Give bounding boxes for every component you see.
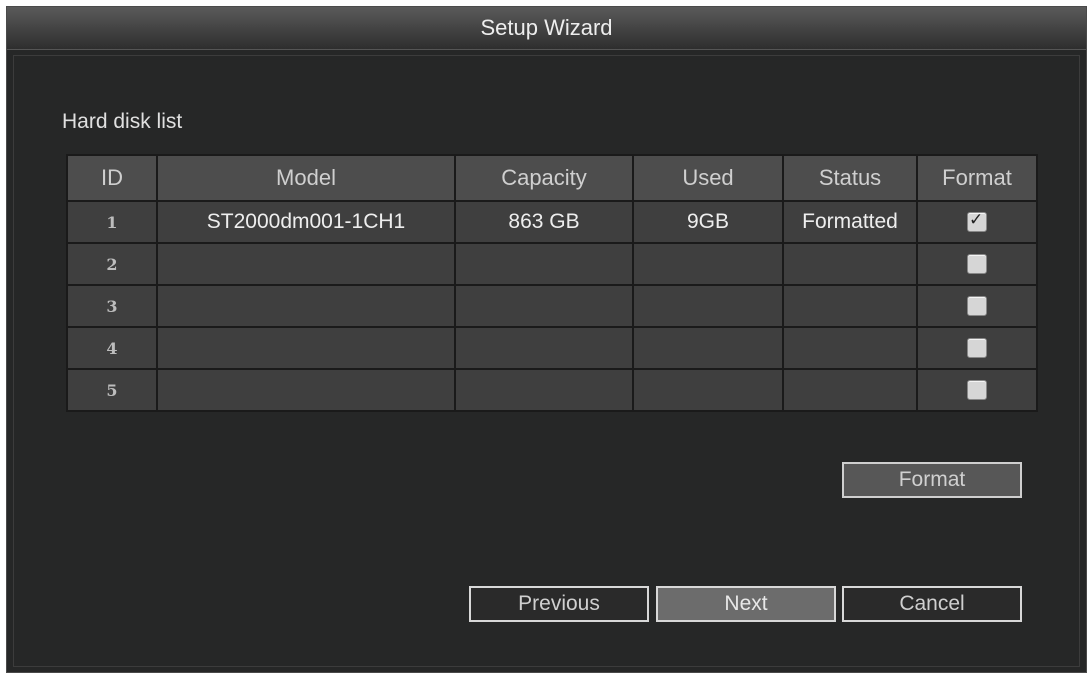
disk-status-cell	[782, 326, 918, 370]
disk-model-cell	[156, 326, 456, 370]
cancel-button[interactable]: Cancel	[842, 586, 1022, 622]
disk-status-cell	[782, 242, 918, 286]
disk-id-cell: 2	[66, 242, 158, 286]
disk-id-cell: 4	[66, 326, 158, 370]
table-row[interactable]: 1 ST2000dm001-1CH1 863 GB 9GB Formatted …	[66, 200, 1038, 244]
format-checkbox-cell	[916, 242, 1038, 286]
disk-id-cell: 1	[66, 200, 158, 244]
column-header-used: Used	[632, 154, 784, 202]
disk-model-cell: ST2000dm001-1CH1	[156, 200, 456, 244]
checkbox-unchecked-icon[interactable]	[967, 338, 987, 359]
disk-capacity-cell	[454, 368, 634, 412]
table-row[interactable]: 2	[66, 242, 1038, 286]
column-header-model: Model	[156, 154, 456, 202]
disk-model-cell	[156, 284, 456, 328]
format-button[interactable]: Format	[842, 462, 1022, 498]
disk-used-cell: 9GB	[632, 200, 784, 244]
disk-used-cell	[632, 242, 784, 286]
hard-disk-table: ID Model Capacity Used Status Format 1 S…	[66, 154, 1038, 412]
checkbox-unchecked-icon[interactable]	[967, 296, 987, 317]
disk-capacity-cell: 863 GB	[454, 200, 634, 244]
format-checkbox-cell: ✓	[916, 200, 1038, 244]
checkbox-unchecked-icon[interactable]	[967, 380, 987, 401]
disk-used-cell	[632, 326, 784, 370]
previous-button[interactable]: Previous	[469, 586, 649, 622]
disk-id-cell: 5	[66, 368, 158, 412]
table-row[interactable]: 5	[66, 368, 1038, 412]
disk-capacity-cell	[454, 284, 634, 328]
disk-model-cell	[156, 242, 456, 286]
window-title: Setup Wizard	[7, 7, 1086, 50]
column-header-capacity: Capacity	[454, 154, 634, 202]
column-header-id: ID	[66, 154, 158, 202]
disk-used-cell	[632, 284, 784, 328]
disk-id-cell: 3	[66, 284, 158, 328]
format-checkbox-cell	[916, 326, 1038, 370]
disk-capacity-cell	[454, 242, 634, 286]
column-header-status: Status	[782, 154, 918, 202]
table-row[interactable]: 3	[66, 284, 1038, 328]
disk-status-cell: Formatted	[782, 200, 918, 244]
disk-status-cell	[782, 368, 918, 412]
table-header-row: ID Model Capacity Used Status Format	[66, 154, 1038, 202]
table-row[interactable]: 4	[66, 326, 1038, 370]
format-checkbox-cell	[916, 284, 1038, 328]
disk-used-cell	[632, 368, 784, 412]
disk-model-cell	[156, 368, 456, 412]
disk-status-cell	[782, 284, 918, 328]
column-header-format: Format	[916, 154, 1038, 202]
hard-disk-list-label: Hard disk list	[62, 110, 183, 133]
checkbox-checked-icon[interactable]: ✓	[967, 210, 987, 233]
format-checkbox-cell	[916, 368, 1038, 412]
next-button[interactable]: Next	[656, 586, 836, 622]
checkbox-unchecked-icon[interactable]	[967, 254, 987, 275]
disk-capacity-cell	[454, 326, 634, 370]
